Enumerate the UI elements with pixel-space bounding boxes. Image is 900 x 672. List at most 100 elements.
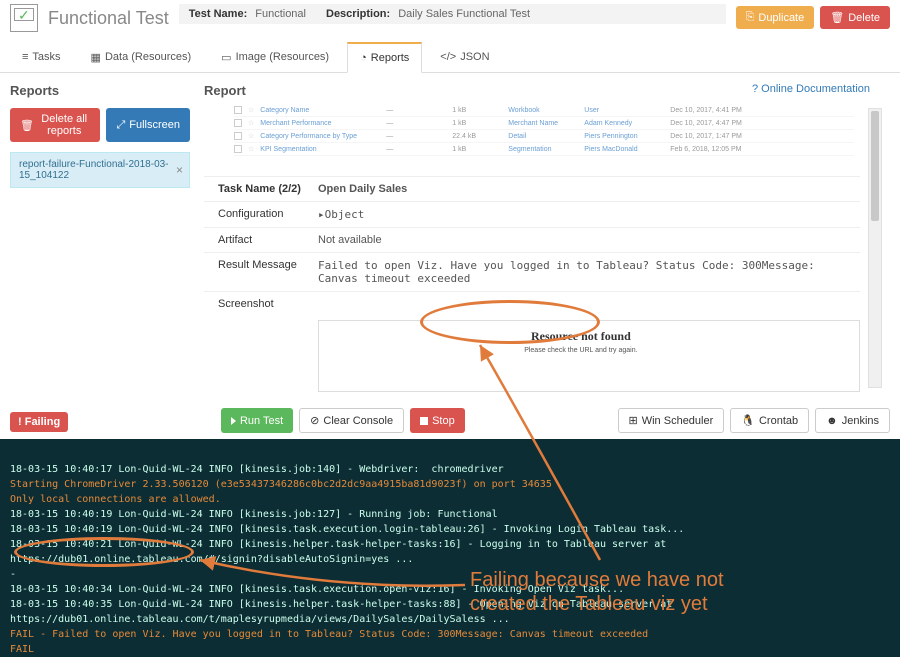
delete-button[interactable]: 🗑 Delete bbox=[820, 6, 890, 29]
console-line: 18-03-15 10:40:21 Lon-Quid-WL-24 INFO [k… bbox=[10, 539, 672, 565]
table-row[interactable]: ☆ KPI Segmentation — 1 kB Segmentation P… bbox=[234, 143, 854, 156]
star-icon[interactable]: ☆ bbox=[248, 132, 254, 140]
row-date: Dec 10, 2017, 4:47 PM bbox=[670, 120, 760, 127]
row-col2: — bbox=[386, 120, 446, 127]
tab-tasks[interactable]: ≡ Tasks bbox=[10, 42, 73, 72]
star-icon[interactable]: ☆ bbox=[248, 145, 254, 153]
online-documentation-link[interactable]: ?Online Documentation bbox=[752, 83, 870, 95]
expand-icon: ⤢ bbox=[116, 119, 125, 132]
configuration-value[interactable]: ▸Object bbox=[318, 208, 860, 221]
result-message-label: Result Message bbox=[218, 259, 318, 285]
copy-icon: ⎘ bbox=[746, 11, 755, 24]
screenshot-label: Screenshot bbox=[218, 298, 318, 310]
report-list-item[interactable]: report-failure-Functional-2018-03-15_104… bbox=[10, 152, 190, 188]
console-line: Starting ChromeDriver 2.33.506120 (e3e53… bbox=[10, 479, 552, 490]
crontab-button[interactable]: 🐧 Crontab bbox=[730, 408, 809, 433]
table-row[interactable]: ☆ Category Performance by Type — 22.4 kB… bbox=[234, 130, 854, 143]
tab-reports-label: Reports bbox=[371, 52, 410, 64]
checkbox-icon[interactable] bbox=[234, 145, 242, 153]
help-icon: ? bbox=[752, 83, 758, 95]
row-owner: Adam Kennedy bbox=[584, 120, 664, 127]
console-line: 18-03-15 10:40:19 Lon-Quid-WL-24 INFO [k… bbox=[10, 509, 498, 520]
console-line: FAIL - Failed to open Viz. Have you logg… bbox=[10, 629, 648, 640]
result-message-value: Failed to open Viz. Have you logged in t… bbox=[318, 259, 860, 285]
tab-tasks-label: Tasks bbox=[32, 51, 60, 63]
run-test-button[interactable]: Run Test bbox=[221, 408, 293, 433]
delete-all-label: Delete all reports bbox=[38, 113, 90, 137]
grid-icon: ▦ bbox=[91, 51, 101, 64]
clear-console-button[interactable]: ⊘ Clear Console bbox=[299, 408, 404, 433]
row-col4: Segmentation bbox=[508, 146, 578, 153]
table-row[interactable]: ☆ Category Name — 1 kB Workbook User Dec… bbox=[234, 104, 854, 117]
list-icon: ≡ bbox=[22, 51, 28, 63]
row-owner: Piers MacDonald bbox=[584, 146, 664, 153]
duplicate-button[interactable]: ⎘Duplicate bbox=[736, 6, 815, 29]
checkbox-icon[interactable] bbox=[234, 106, 242, 114]
meta-testname-value: Functional bbox=[255, 8, 306, 20]
win-scheduler-button[interactable]: ⊞ Win Scheduler bbox=[618, 408, 725, 433]
trash-icon: 🗑 bbox=[830, 11, 844, 24]
console-line: 18-03-15 10:40:34 Lon-Quid-WL-24 INFO [k… bbox=[10, 584, 624, 595]
jenkins-icon: ☻ bbox=[826, 415, 838, 427]
checkbox-icon[interactable] bbox=[234, 119, 242, 127]
code-icon: </> bbox=[440, 51, 456, 63]
jenkins-label: Jenkins bbox=[842, 415, 879, 427]
row-col2: — bbox=[386, 146, 446, 153]
cron-label: Crontab bbox=[759, 415, 798, 427]
app-logo-icon bbox=[10, 4, 38, 32]
checkbox-icon[interactable] bbox=[234, 132, 242, 140]
delete-label: Delete bbox=[848, 12, 880, 24]
screenshot-preview[interactable]: Resource not found Please check the URL … bbox=[318, 320, 860, 392]
row-name: Category Name bbox=[260, 107, 380, 114]
tab-image-label: Image (Resources) bbox=[236, 51, 330, 63]
row-col4: Detail bbox=[508, 133, 578, 140]
linux-icon: 🐧 bbox=[741, 414, 755, 427]
delete-all-reports-button[interactable]: 🗑Delete all reports bbox=[10, 108, 100, 142]
console-line: - bbox=[10, 569, 16, 580]
star-icon[interactable]: ☆ bbox=[248, 119, 254, 127]
tab-reports[interactable]: ◔Reports bbox=[347, 42, 422, 73]
duplicate-label: Duplicate bbox=[758, 12, 804, 24]
fullscreen-button[interactable]: ⤢Fullscreen bbox=[106, 108, 190, 142]
tab-data-label: Data (Resources) bbox=[105, 51, 191, 63]
stop-button[interactable]: Stop bbox=[410, 408, 465, 433]
win-label: Win Scheduler bbox=[642, 415, 714, 427]
console-line: 18-03-15 10:40:19 Lon-Quid-WL-24 INFO [k… bbox=[10, 524, 684, 535]
console-line: 18-03-15 10:40:17 Lon-Quid-WL-24 INFO [k… bbox=[10, 464, 504, 475]
stop-icon bbox=[420, 417, 428, 425]
report-scrollbar[interactable] bbox=[868, 108, 882, 388]
row-col4: Merchant Name bbox=[508, 120, 578, 127]
artifact-label: Artifact bbox=[218, 234, 318, 246]
table-row[interactable]: ☆ Merchant Performance — 1 kB Merchant N… bbox=[234, 117, 854, 130]
tab-data-resources[interactable]: ▦ Data (Resources) bbox=[79, 42, 204, 72]
row-date: Dec 10, 2017, 1:47 PM bbox=[670, 133, 760, 140]
row-size: 1 kB bbox=[452, 120, 502, 127]
scrollbar-thumb[interactable] bbox=[871, 111, 879, 221]
row-name: Merchant Performance bbox=[260, 120, 380, 127]
ban-icon: ⊘ bbox=[310, 414, 319, 427]
tab-json[interactable]: </> JSON bbox=[428, 42, 501, 72]
test-meta-bar: Test Name:Functional Description:Daily S… bbox=[179, 4, 726, 24]
jenkins-button[interactable]: ☻ Jenkins bbox=[815, 408, 890, 433]
row-size: 1 kB bbox=[452, 107, 502, 114]
stop-label: Stop bbox=[432, 415, 455, 427]
resource-not-found-title: Resource not found bbox=[531, 329, 631, 343]
windows-icon: ⊞ bbox=[629, 414, 638, 427]
row-date: Dec 10, 2017, 4:41 PM bbox=[670, 107, 760, 114]
play-icon bbox=[231, 417, 236, 425]
star-icon[interactable]: ☆ bbox=[248, 106, 254, 114]
tab-image-resources[interactable]: ▭Image (Resources) bbox=[209, 42, 341, 72]
artifact-value: Not available bbox=[318, 234, 860, 246]
row-col2: — bbox=[386, 107, 446, 114]
row-name: Category Performance by Type bbox=[260, 133, 380, 140]
clear-label: Clear Console bbox=[323, 415, 393, 427]
meta-desc-value: Daily Sales Functional Test bbox=[398, 8, 530, 20]
task-name-value: Open Daily Sales bbox=[318, 183, 860, 195]
console-line: 18-03-15 10:40:35 Lon-Quid-WL-24 INFO [k… bbox=[10, 599, 678, 625]
close-icon[interactable]: × bbox=[176, 163, 183, 177]
console-output[interactable]: 18-03-15 10:40:17 Lon-Quid-WL-24 INFO [k… bbox=[0, 439, 900, 657]
task-name-label: Task Name (2/2) bbox=[218, 183, 318, 195]
run-label: Run Test bbox=[240, 415, 283, 427]
page-title: Functional Test bbox=[48, 8, 169, 29]
tab-json-label: JSON bbox=[460, 51, 489, 63]
